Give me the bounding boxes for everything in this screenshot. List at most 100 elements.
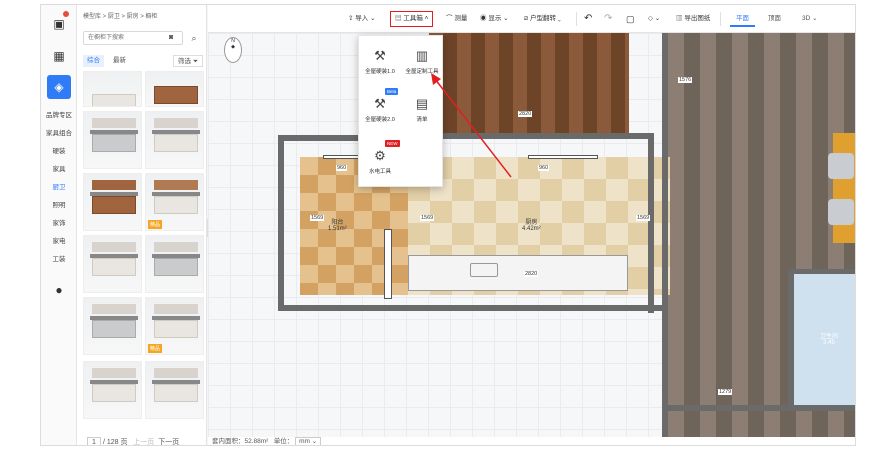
tab-3d-view[interactable]: 3D ⌄ bbox=[796, 11, 824, 27]
wall bbox=[788, 269, 855, 274]
unit-select[interactable]: mm ⌄ bbox=[295, 437, 322, 445]
product-thumb[interactable] bbox=[83, 361, 142, 419]
view-3d-label: 3D bbox=[802, 15, 811, 22]
save-icon[interactable]: ▢ bbox=[626, 13, 635, 25]
room-area: 1.51m² bbox=[328, 226, 347, 232]
product-thumb[interactable] bbox=[83, 297, 142, 355]
dimension-label: 960 bbox=[538, 165, 550, 171]
chair bbox=[828, 199, 854, 225]
compass[interactable]: N ◆ bbox=[224, 37, 242, 63]
undo-icon[interactable]: ↶ bbox=[584, 13, 592, 25]
apps-icon[interactable]: ▦ bbox=[50, 47, 68, 65]
product-thumb[interactable] bbox=[145, 71, 204, 107]
chair bbox=[828, 153, 854, 179]
menu-item-hard-decor-2[interactable]: ⚒ 全屋硬装2.0 bbox=[359, 96, 401, 123]
dimension-label: 1279 bbox=[718, 389, 733, 395]
flip-label: 户型翻转 bbox=[529, 15, 556, 22]
pagination: 1 / 128 页 上一页 下一页 bbox=[87, 437, 179, 446]
new-tag: NEW bbox=[385, 140, 400, 147]
search-icon[interactable]: ⌕ bbox=[187, 31, 201, 45]
export-button[interactable]: ▥ 导出图纸 bbox=[676, 13, 710, 25]
display-button[interactable]: ◉ 显示 ⌄ bbox=[480, 13, 509, 25]
room-label-kitchen[interactable]: 厨房 4.42m² bbox=[522, 217, 541, 232]
menu-item-label: 全屋硬装2.0 bbox=[365, 117, 395, 123]
filter-label: 筛选 bbox=[178, 58, 191, 65]
wall bbox=[278, 135, 284, 311]
prev-page-button[interactable]: 上一页 bbox=[133, 439, 154, 445]
kitchen-counter bbox=[408, 255, 628, 291]
import-label: 导入 bbox=[355, 15, 369, 22]
product-thumb[interactable]: 精品 bbox=[145, 297, 204, 355]
dimension-label: 1569 bbox=[636, 215, 651, 221]
notification-dot bbox=[63, 11, 69, 17]
wall bbox=[278, 305, 668, 311]
room-name: 厨房 bbox=[525, 220, 538, 226]
measure-button[interactable]: ⌒ 测量 bbox=[446, 13, 467, 25]
category-hard-decor[interactable]: 硬装 bbox=[41, 145, 77, 155]
category-decor[interactable]: 家饰 bbox=[41, 217, 77, 227]
eraser-icon[interactable]: ◇ ⌄ bbox=[648, 13, 660, 25]
category-furniture-set[interactable]: 家具组合 bbox=[41, 127, 77, 137]
product-thumb[interactable] bbox=[145, 361, 204, 419]
tab-ceiling-view[interactable]: 顶面 bbox=[762, 11, 787, 27]
breadcrumb[interactable]: 模型库 > 厨卫 > 厨房 > 橱柜 bbox=[83, 11, 158, 20]
wall bbox=[648, 133, 654, 313]
custom-cabinet-icon: ▥ bbox=[415, 48, 429, 63]
wall bbox=[662, 33, 668, 437]
room-label-bathroom[interactable]: 卫生间 3.45 bbox=[820, 331, 838, 346]
toolbox-label: 工具箱 bbox=[403, 15, 423, 22]
wall bbox=[668, 405, 855, 411]
category-furniture[interactable]: 家具 bbox=[41, 163, 77, 173]
area-label: 套内面积：52.88m² bbox=[212, 438, 269, 445]
product-thumb[interactable] bbox=[83, 111, 142, 169]
hard-decor-icon: ⚒ bbox=[374, 48, 386, 63]
menu-item-label: 水电工具 bbox=[368, 169, 391, 175]
category-appliance[interactable]: 家电 bbox=[41, 235, 77, 245]
toolbox-button[interactable]: ▤ 工具箱 ˄ bbox=[390, 11, 434, 27]
room-area: 3.45 bbox=[823, 340, 835, 346]
tab-comprehensive[interactable]: 综合 bbox=[83, 55, 104, 67]
user-icon[interactable]: ● bbox=[50, 281, 68, 299]
filter-button[interactable]: 筛选 ⏷ bbox=[173, 55, 204, 67]
flip-button[interactable]: ⧄ 户型翻转 ⌄ bbox=[524, 13, 561, 25]
measure-label: 测量 bbox=[454, 15, 468, 22]
tab-plan-view[interactable]: 平面 bbox=[730, 11, 755, 27]
premium-badge: 精品 bbox=[148, 220, 163, 229]
product-thumb[interactable] bbox=[83, 235, 142, 293]
category-tooling[interactable]: 工装 bbox=[41, 253, 77, 263]
room-name: 阳台 bbox=[331, 220, 344, 226]
tab-latest[interactable]: 最新 bbox=[109, 55, 130, 67]
room-label-balcony[interactable]: 阳台 1.51m² bbox=[328, 217, 347, 232]
toolbox-icon: ▤ bbox=[395, 15, 402, 22]
page-total: / 128 页 bbox=[102, 439, 128, 446]
icon-rail: ▣ ▦ ◈ 品牌专区 家具组合 硬装 家具 厨卫 照明 家饰 家电 工装 ● bbox=[41, 5, 77, 445]
category-lighting[interactable]: 照明 bbox=[41, 199, 77, 209]
display-label: 显示 bbox=[488, 15, 502, 22]
redo-icon[interactable]: ↷ bbox=[604, 13, 612, 25]
dimension-label: 1569 bbox=[310, 215, 325, 221]
category-kitchen-bath[interactable]: 厨卫 bbox=[41, 181, 77, 191]
page-input[interactable]: 1 bbox=[87, 437, 101, 445]
compass-north: N bbox=[231, 38, 235, 44]
room-name: 卫生间 bbox=[820, 334, 839, 340]
product-thumb[interactable] bbox=[145, 235, 204, 293]
product-thumb[interactable] bbox=[83, 173, 142, 231]
hard-decor-v2-icon: ⚒ bbox=[374, 96, 386, 111]
room-area: 4.42m² bbox=[522, 226, 541, 232]
search-input[interactable] bbox=[83, 31, 183, 45]
next-page-button[interactable]: 下一页 bbox=[158, 439, 179, 445]
design-canvas[interactable]: 阳台 1.51m² 厨房 4.42m² 卫生间 3.45 960 960 1569 1… bbox=[208, 33, 855, 437]
category-brand[interactable]: 品牌专区 bbox=[41, 109, 77, 119]
catalog-panel: 模型库 > 厨卫 > 厨房 > 橱柜 ◙ ⌕ 综合 最新 筛选 ⏷ 精品 精品 bbox=[77, 5, 207, 445]
logo-icon[interactable]: ▣ bbox=[50, 15, 68, 33]
product-thumb[interactable] bbox=[83, 71, 142, 107]
funnel-icon: ⏷ bbox=[192, 58, 199, 65]
menu-item-hard-decor-1[interactable]: ⚒ 全屋硬装1.0 bbox=[359, 48, 401, 75]
camera-search-icon[interactable]: ◙ bbox=[169, 34, 173, 41]
menu-item-plumbing[interactable]: ⚙ 水电工具 bbox=[359, 148, 401, 175]
beta-tag: Beta bbox=[385, 88, 399, 95]
model-library-icon[interactable]: ◈ bbox=[47, 75, 71, 99]
product-thumb[interactable] bbox=[145, 111, 204, 169]
import-button[interactable]: ⇪ 导入 ⌄ bbox=[348, 13, 376, 25]
product-thumb[interactable]: 精品 bbox=[145, 173, 204, 231]
